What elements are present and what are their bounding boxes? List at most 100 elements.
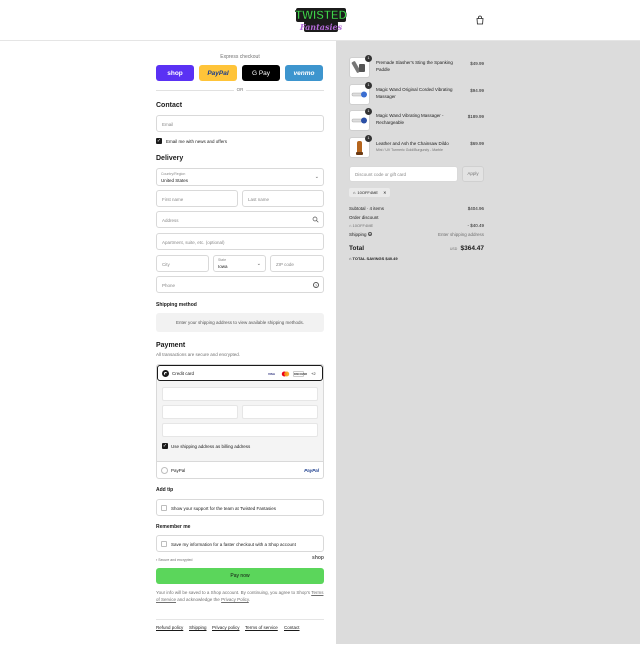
discount-tag: ⌂ 10OFF4ME ✕ xyxy=(349,188,391,197)
discount-code-label: 10OFF4ME xyxy=(352,223,374,228)
chevron-down-icon: ⌄ xyxy=(256,261,261,267)
remember-label: Save my information for a faster checkou… xyxy=(171,541,296,547)
city-placeholder: City xyxy=(162,261,170,267)
remove-discount-icon[interactable]: ✕ xyxy=(383,188,386,197)
order-discount-label: Order discount xyxy=(349,215,379,220)
address-field[interactable]: Address xyxy=(156,211,324,228)
contact-link[interactable]: Contact xyxy=(284,625,300,630)
first-name-placeholder: First name xyxy=(162,196,184,202)
card-fields-panel: ✓ Use shipping address as billing addres… xyxy=(157,381,323,461)
product-thumbnail: 1 xyxy=(349,108,372,131)
payment-subtitle: All transactions are secure and encrypte… xyxy=(156,352,241,357)
apartment-field[interactable]: Apartment, suite, etc. (optional) xyxy=(156,233,324,250)
shopping-bag-icon[interactable] xyxy=(475,15,485,25)
zip-placeholder: ZIP code xyxy=(276,261,294,267)
zip-field[interactable]: ZIP code xyxy=(270,255,324,272)
credit-card-label: Credit card xyxy=(172,371,195,376)
phone-placeholder: Phone xyxy=(162,282,176,288)
tip-label: Show your support for the team at Twiste… xyxy=(171,505,276,511)
help-icon[interactable]: ? xyxy=(367,232,372,237)
apartment-placeholder: Apartment, suite, etc. (optional) xyxy=(162,239,225,245)
apply-button[interactable]: Apply xyxy=(462,166,484,182)
billing-address-label: Use shipping address as billing address xyxy=(171,443,251,449)
item-price: $189.99 xyxy=(467,114,484,119)
billing-address-checkbox[interactable]: ✓ xyxy=(162,443,168,449)
paypal-radio[interactable] xyxy=(161,467,168,474)
or-label: OR xyxy=(234,87,246,92)
remember-checkbox[interactable] xyxy=(161,541,167,547)
footer-divider xyxy=(156,619,324,620)
address-placeholder: Address xyxy=(162,217,179,223)
shipping-link[interactable]: Shipping xyxy=(189,625,207,630)
mastercard-icon xyxy=(280,371,291,377)
quantity-badge: 1 xyxy=(365,108,372,115)
name-on-card-field[interactable] xyxy=(162,423,318,437)
first-name-field[interactable]: First name xyxy=(156,190,238,207)
country-select[interactable]: Country/Region United States ⌄ xyxy=(156,168,324,186)
shipping-notice: Enter your shipping address to view avai… xyxy=(156,313,324,332)
privacy-policy-link[interactable]: Privacy policy xyxy=(212,625,240,630)
shop-pay-button[interactable]: shop xyxy=(156,65,194,81)
tag-icon: ⌂ xyxy=(353,190,356,195)
paypal-option[interactable]: PayPal PayPal xyxy=(157,461,323,479)
logo-line1: TWISTED xyxy=(295,10,347,22)
city-field[interactable]: City xyxy=(156,255,209,272)
item-name: Magic Wand Vibrating Massager - Recharge… xyxy=(376,113,444,125)
quantity-badge: 1 xyxy=(365,82,372,89)
product-thumbnail: 1 xyxy=(349,82,372,105)
search-icon xyxy=(312,216,319,225)
state-select[interactable]: State Iowa ⌄ xyxy=(213,255,266,272)
visa-icon: VISA xyxy=(267,372,275,376)
terms-of-service-link[interactable]: Terms of service xyxy=(245,625,278,630)
header: TWISTED Fantasies xyxy=(0,0,640,41)
security-code-field[interactable] xyxy=(242,405,318,419)
google-pay-button[interactable]: G Pay xyxy=(242,65,280,81)
item-name: Magic Wand Original Corded Vibrating Mas… xyxy=(376,87,453,99)
tip-checkbox[interactable] xyxy=(161,505,167,511)
savings-label: TOTAL SAVINGS xyxy=(352,256,385,261)
newsletter-checkbox[interactable]: ✓ xyxy=(156,138,162,144)
paypal-label: PayPal xyxy=(171,468,186,473)
expiration-field[interactable] xyxy=(162,405,238,419)
subtotal-value: $404.96 xyxy=(467,206,484,211)
logo-line2: Fantasies xyxy=(299,22,343,32)
help-icon[interactable]: ? xyxy=(313,281,319,288)
secure-label: ▪ Secure and encrypted xyxy=(156,558,192,562)
last-name-field[interactable]: Last name xyxy=(242,190,324,207)
state-value: Iowa xyxy=(218,264,228,269)
remember-option[interactable]: Save my information for a faster checkou… xyxy=(156,535,324,552)
phone-field[interactable]: Phone ? xyxy=(156,276,324,293)
legal-text: Your info will be saved to a Shop accoun… xyxy=(156,590,324,603)
shipping-method-heading: Shipping method xyxy=(156,302,197,308)
venmo-button[interactable]: venmo xyxy=(285,65,323,81)
discount-code-field[interactable]: Discount code or gift card xyxy=(349,166,458,182)
total-label: Total xyxy=(349,245,365,252)
quantity-badge: 1 xyxy=(365,55,372,62)
subtotal-label: Subtotal · 4 items xyxy=(349,206,385,211)
credit-card-radio[interactable] xyxy=(162,370,169,377)
country-label: Country/Region xyxy=(161,172,186,176)
paypal-button[interactable]: PayPal xyxy=(199,65,237,81)
discount-value: - $40.49 xyxy=(467,223,484,228)
shop-logo: shop xyxy=(312,555,324,561)
savings-value: $40.49 xyxy=(385,256,398,261)
payment-heading: Payment xyxy=(156,342,186,349)
product-thumbnail: 1 xyxy=(349,55,372,78)
tip-option[interactable]: Show your support for the team at Twiste… xyxy=(156,499,324,516)
savings-row: ⌂ TOTAL SAVINGS $40.49 xyxy=(349,256,398,261)
express-checkout-title: Express checkout xyxy=(220,54,260,60)
card-number-field[interactable] xyxy=(162,387,318,401)
item-variant: Mini / UV Turmeric Gold/Burgundy - Marbl… xyxy=(376,148,443,152)
privacy-link[interactable]: Privacy Policy xyxy=(221,597,249,602)
tip-heading: Add tip xyxy=(156,487,174,493)
legal-text-2: and acknowledge the xyxy=(177,596,220,602)
store-logo[interactable]: TWISTED Fantasies xyxy=(295,7,347,34)
shipping-row: Shipping ? xyxy=(349,232,372,237)
legal-text-1: Your info will be saved to a Shop accoun… xyxy=(156,590,311,595)
email-field[interactable]: Email xyxy=(156,115,324,132)
last-name-placeholder: Last name xyxy=(248,196,270,202)
credit-card-option[interactable]: Credit card VISA DISCOVER +2 xyxy=(157,365,323,381)
state-label: State xyxy=(218,258,227,262)
pay-now-button[interactable]: Pay now xyxy=(156,568,324,584)
refund-policy-link[interactable]: Refund policy xyxy=(156,625,183,630)
